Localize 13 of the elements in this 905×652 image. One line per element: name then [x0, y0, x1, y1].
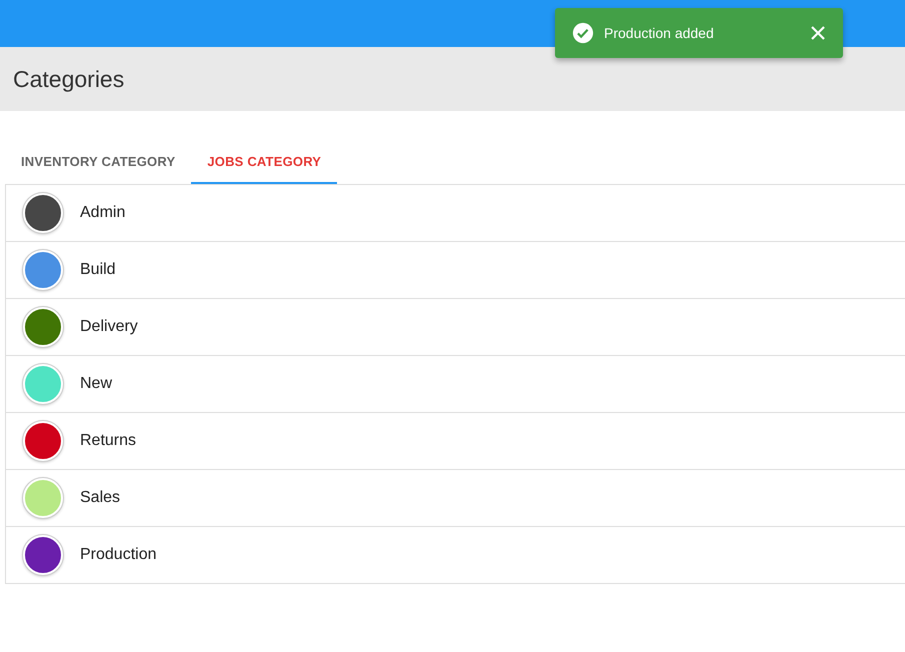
category-name[interactable]: New: [80, 375, 112, 393]
category-name[interactable]: Build: [80, 261, 116, 279]
category-name[interactable]: Admin: [80, 204, 126, 222]
check-circle-icon: [572, 22, 594, 44]
category-name[interactable]: Returns: [80, 432, 136, 450]
close-button[interactable]: [810, 25, 826, 41]
toast-message: Production added: [604, 25, 715, 41]
category-name[interactable]: Production: [80, 546, 156, 564]
category-name[interactable]: Delivery: [80, 318, 138, 336]
category-name[interactable]: Sales: [80, 489, 120, 507]
tab[interactable]: JOBS CATEGORY: [191, 140, 338, 184]
tab[interactable]: INVENTORY CATEGORY: [5, 140, 192, 184]
page-title: Categories: [13, 66, 124, 92]
